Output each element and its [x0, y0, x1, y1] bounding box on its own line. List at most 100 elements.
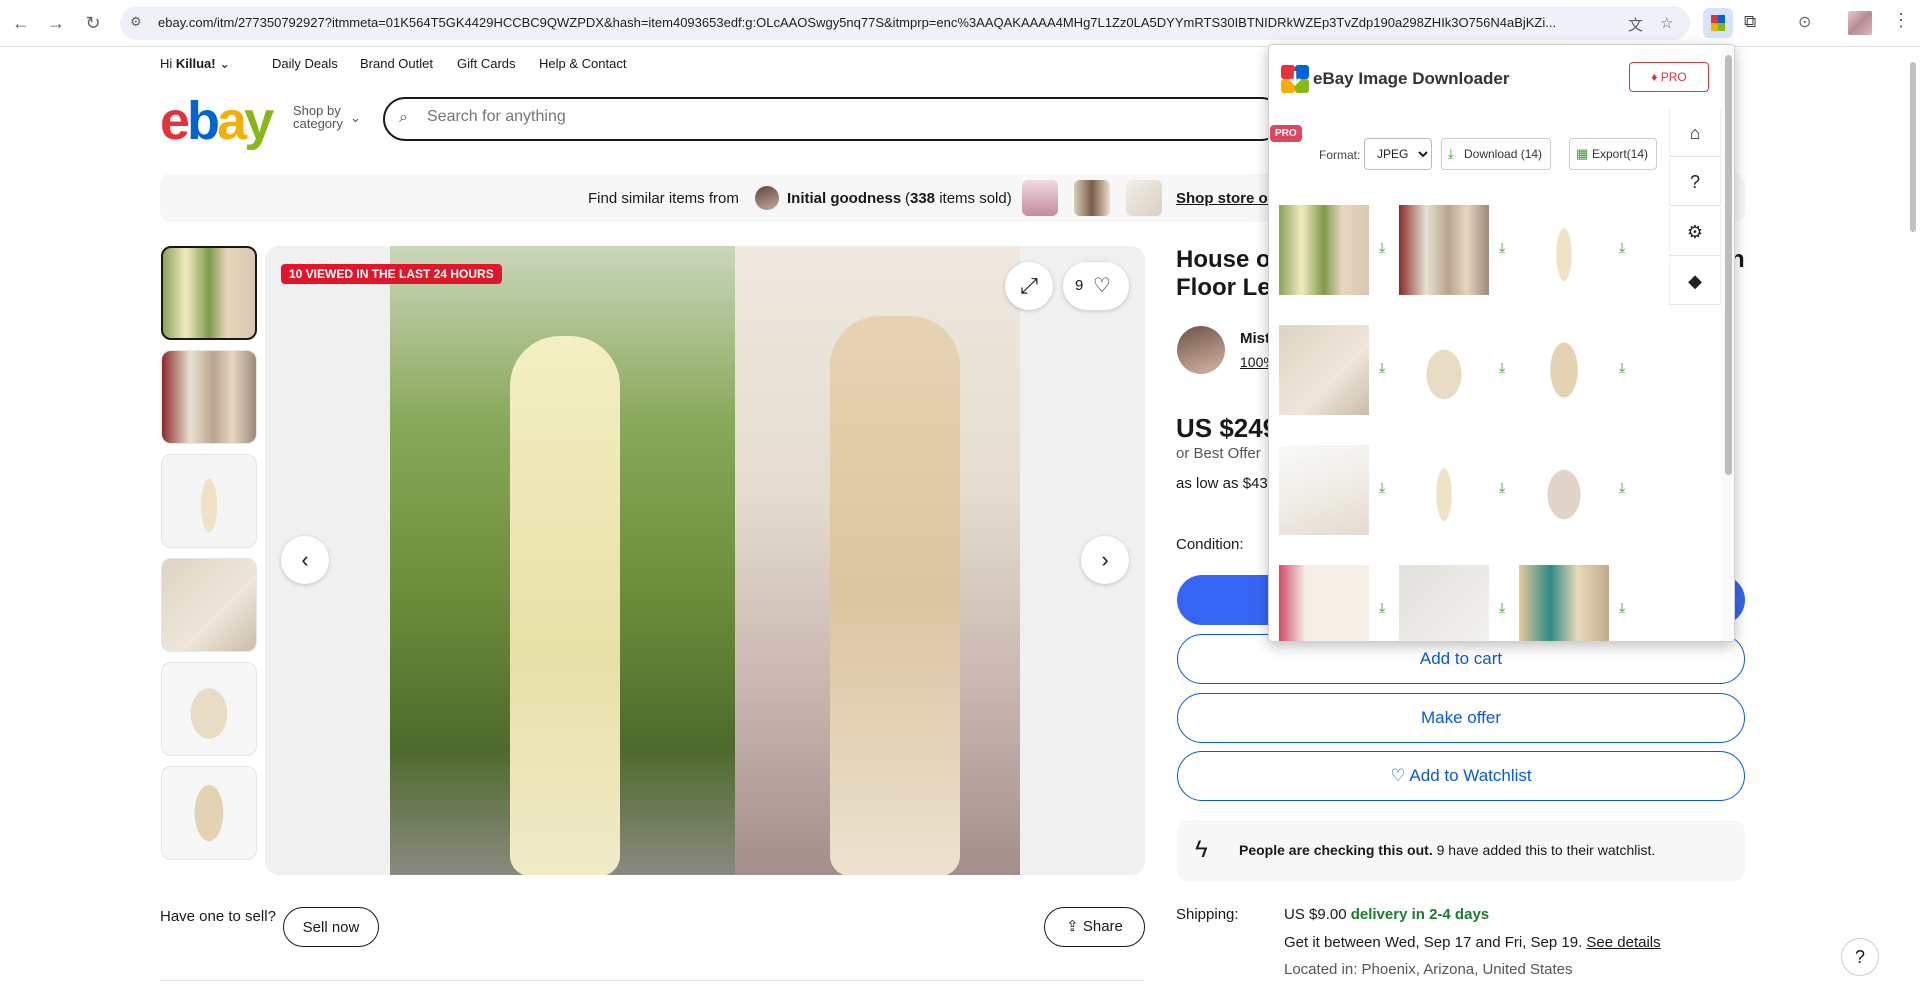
download-all-button[interactable]: ⤓ Download (14): [1441, 138, 1552, 170]
similar-thumbnail[interactable]: [1074, 180, 1110, 216]
grid-image[interactable]: [1399, 445, 1489, 535]
grid-image[interactable]: [1399, 205, 1489, 295]
pro-button[interactable]: ♦ PRO: [1629, 62, 1709, 92]
download-icon[interactable]: ⤓: [1499, 359, 1505, 376]
ebay-image-downloader-extension-icon[interactable]: [1703, 8, 1733, 38]
grid-image[interactable]: [1519, 565, 1609, 641]
seller-name[interactable]: Mist: [1240, 330, 1270, 347]
people-checking-banner: ϟ People are checking this out. 9 have a…: [1177, 820, 1745, 882]
main-image-viewer[interactable]: 10 VIEWED IN THE LAST 24 HOURS ⤢ 9 ♡ ‹ ›: [265, 246, 1145, 875]
share-button[interactable]: ⇪ Share: [1044, 907, 1145, 947]
browser-toolbar: ← → ↻ ⚙ ebay.com/itm/277350792927?itmmet…: [0, 0, 1920, 47]
greeting[interactable]: Hi Killua! ⌄: [160, 56, 230, 72]
download-icon[interactable]: ⤓: [1379, 239, 1385, 256]
ebay-logo[interactable]: ebay: [160, 90, 274, 152]
scrollbar-thumb[interactable]: [1910, 62, 1916, 232]
thumbnail-1[interactable]: [161, 246, 257, 340]
translate-icon[interactable]: 文: [1628, 14, 1643, 35]
popup-scrollbar[interactable]: [1721, 45, 1734, 641]
thumbnail-4[interactable]: [161, 558, 257, 652]
chevron-down-icon: ⌄: [350, 110, 361, 125]
download-icon[interactable]: ⤓: [1499, 239, 1505, 256]
tab-search-icon[interactable]: ⊙: [1798, 12, 1811, 32]
url-text[interactable]: ebay.com/itm/277350792927?itmmeta=01K564…: [158, 15, 1598, 30]
add-to-watchlist-button[interactable]: ♡ Add to Watchlist: [1177, 751, 1745, 801]
delivery-time: delivery in 2-4 days: [1350, 906, 1490, 923]
download-icon[interactable]: ⤓: [1619, 479, 1625, 496]
grid-image[interactable]: [1519, 325, 1609, 415]
link-gift-cards[interactable]: Gift Cards: [457, 56, 516, 71]
chrome-menu-icon[interactable]: ⋮: [1892, 10, 1910, 31]
download-icon[interactable]: ⤓: [1499, 479, 1505, 496]
format-select[interactable]: JPEG: [1364, 138, 1432, 170]
download-icon[interactable]: ⤓: [1379, 599, 1385, 616]
condition-label: Condition:: [1176, 536, 1244, 553]
download-icon: ⤓: [1448, 146, 1454, 161]
grid-image[interactable]: [1519, 445, 1609, 535]
previous-image-button[interactable]: ‹: [281, 536, 329, 584]
home-icon[interactable]: ⌂: [1669, 109, 1721, 157]
thumbnail-3[interactable]: [161, 454, 257, 548]
as-low-as-text: as low as $43.: [1176, 475, 1272, 492]
shipping-price: US $9.00 delivery in 2-4 days: [1284, 906, 1489, 923]
extensions-puzzle-icon[interactable]: ⧉: [1744, 12, 1756, 32]
site-info-icon[interactable]: ⚙: [130, 14, 148, 32]
search-bar[interactable]: ⌕: [383, 97, 1283, 141]
download-icon[interactable]: ⤓: [1619, 359, 1625, 376]
store-sold-count: (338 items sold): [905, 190, 1012, 207]
thumbnail-6[interactable]: [161, 766, 257, 860]
download-icon[interactable]: ⤓: [1499, 599, 1505, 616]
product-photo-left: [390, 246, 735, 875]
download-icon[interactable]: ⤓: [1619, 599, 1625, 616]
lightning-icon: ϟ: [1195, 836, 1208, 863]
link-help-contact[interactable]: Help & Contact: [539, 56, 626, 71]
diamond-icon[interactable]: ◆: [1669, 257, 1721, 305]
grid-image[interactable]: [1279, 565, 1369, 641]
similar-prefix: Find similar items from: [588, 190, 739, 207]
thumbnail-5[interactable]: [161, 662, 257, 756]
grid-image[interactable]: [1279, 325, 1369, 415]
viewed-badge: 10 VIEWED IN THE LAST 24 HOURS: [281, 264, 502, 284]
page-scrollbar[interactable]: [1908, 50, 1918, 1001]
watch-count: 9: [1075, 277, 1084, 294]
help-icon[interactable]: ?: [1669, 158, 1721, 206]
grid-image[interactable]: [1279, 445, 1369, 535]
popup-scrollbar-thumb[interactable]: [1725, 55, 1732, 475]
shop-by-category-button[interactable]: Shop by category: [293, 104, 343, 130]
similar-thumbnail[interactable]: [1126, 180, 1162, 216]
next-image-button[interactable]: ›: [1081, 536, 1129, 584]
download-icon[interactable]: ⤓: [1379, 479, 1385, 496]
settings-icon[interactable]: ⚙: [1669, 208, 1721, 256]
profile-avatar[interactable]: [1848, 11, 1872, 35]
back-icon[interactable]: ←: [10, 12, 32, 34]
address-bar[interactable]: ⚙ ebay.com/itm/277350792927?itmmeta=01K5…: [120, 6, 1690, 40]
see-details-link[interactable]: See details: [1586, 934, 1660, 951]
expand-icon[interactable]: ⤢: [1005, 262, 1053, 310]
bookmark-star-icon[interactable]: ☆: [1660, 14, 1673, 32]
download-icon[interactable]: ⤓: [1619, 239, 1625, 256]
shop-store-link[interactable]: Shop store or: [1176, 190, 1274, 207]
watch-button[interactable]: 9 ♡: [1063, 262, 1129, 310]
thumbnail-2[interactable]: [161, 350, 257, 444]
link-daily-deals[interactable]: Daily Deals: [272, 56, 338, 71]
format-label: Format:: [1319, 148, 1361, 162]
search-input[interactable]: [427, 108, 1227, 126]
similar-thumbnail[interactable]: [1022, 180, 1058, 216]
forward-icon[interactable]: →: [45, 12, 67, 34]
store-name[interactable]: Initial goodness: [787, 190, 901, 207]
grid-image[interactable]: [1399, 325, 1489, 415]
grid-image[interactable]: [1279, 205, 1369, 295]
download-label: Download (14): [1464, 147, 1543, 161]
ebay-image-downloader-popup: eBay Image Downloader ♦ PRO PRO Format: …: [1268, 44, 1735, 642]
make-offer-button[interactable]: Make offer: [1177, 693, 1745, 743]
help-button[interactable]: ?: [1841, 938, 1879, 976]
heart-icon: ♡: [1390, 766, 1406, 785]
download-icon[interactable]: ⤓: [1379, 359, 1385, 376]
seller-avatar[interactable]: [1177, 326, 1225, 374]
grid-image[interactable]: [1519, 205, 1609, 295]
export-button[interactable]: ▦ Export(14): [1569, 138, 1658, 170]
sell-now-button[interactable]: Sell now: [283, 907, 379, 947]
reload-icon[interactable]: ↻: [82, 12, 104, 34]
grid-image[interactable]: [1399, 565, 1489, 641]
link-brand-outlet[interactable]: Brand Outlet: [360, 56, 433, 71]
